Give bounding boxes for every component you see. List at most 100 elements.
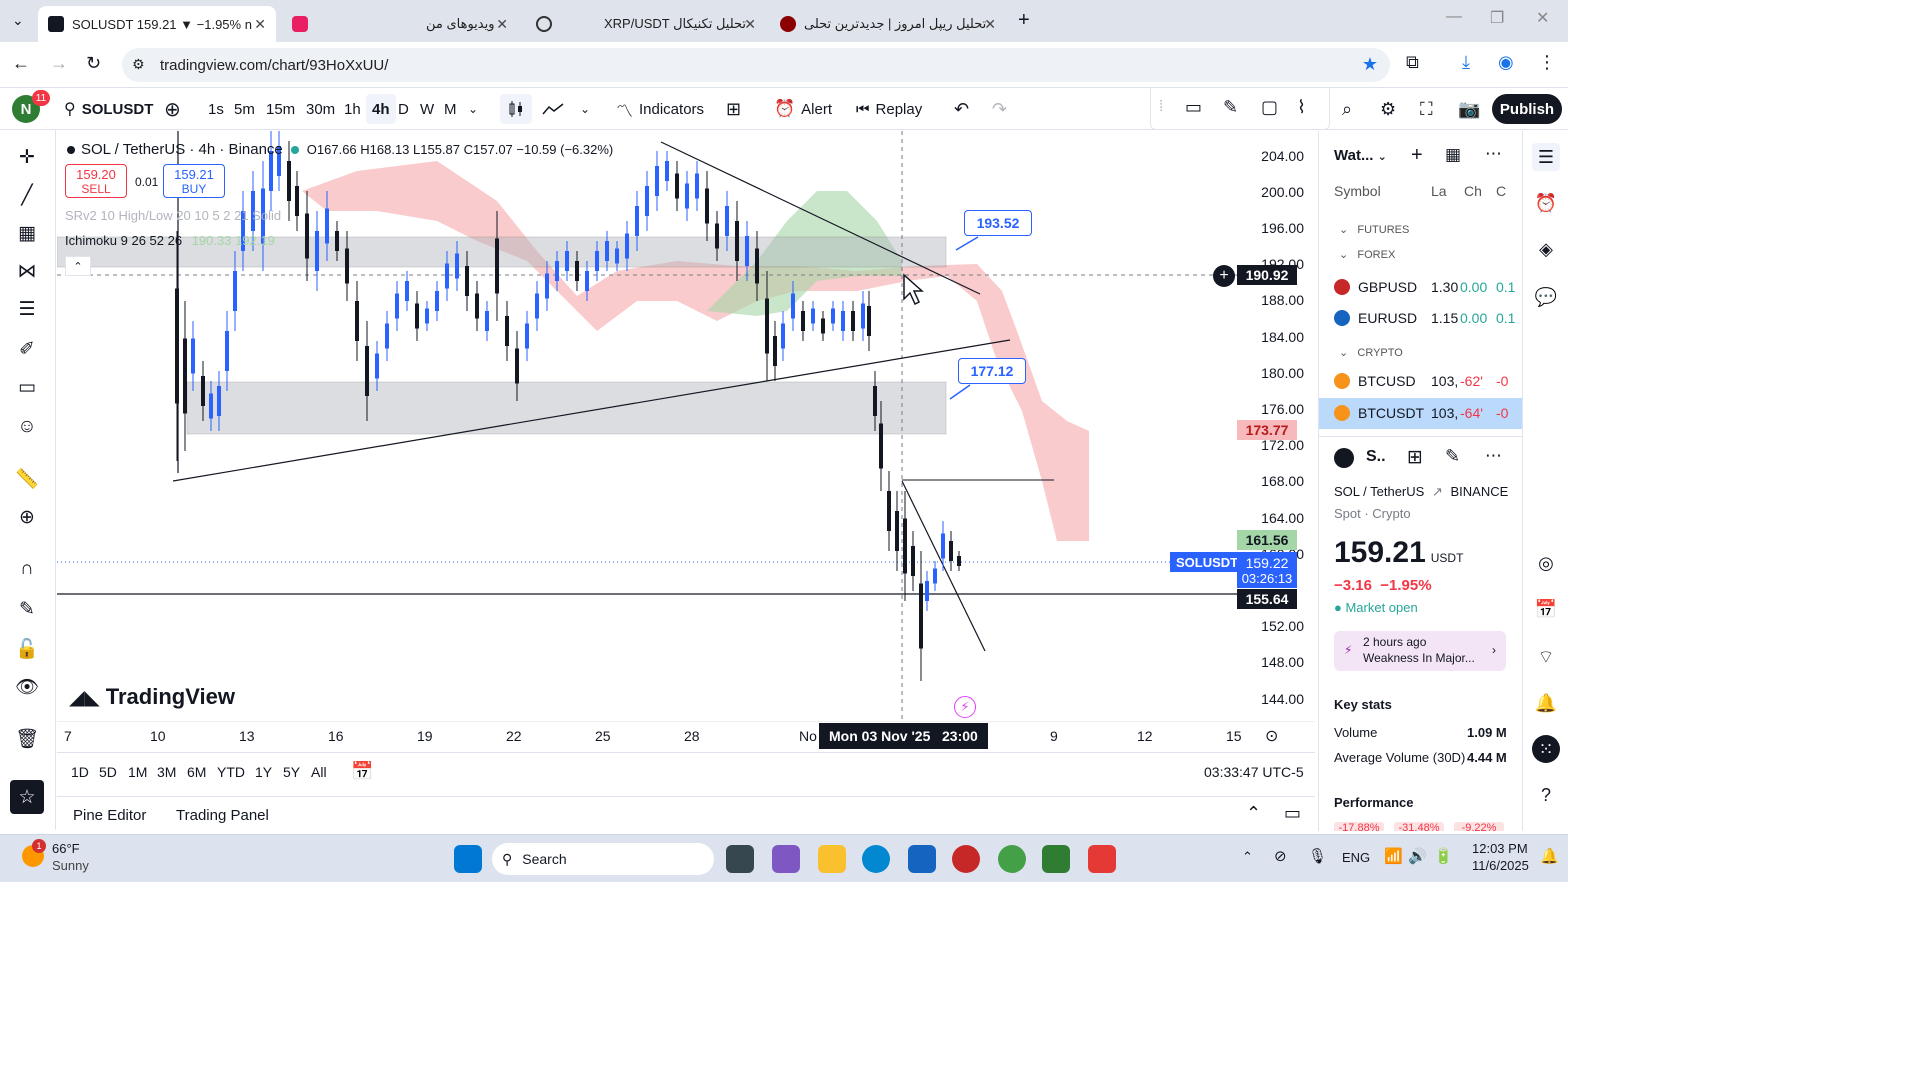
microphone-icon[interactable]: 🎙 xyxy=(1308,847,1327,865)
chart-type-dropdown-icon[interactable]: ⌄ xyxy=(580,88,590,130)
browser-tab-active[interactable]: SOLUSDT 159.21 ▼ −1.95% no ✕ xyxy=(38,6,276,42)
calendar-icon[interactable]: 📅 xyxy=(1532,595,1560,623)
interval-m[interactable]: M xyxy=(444,88,457,130)
clock-date[interactable]: 11/6/2025 xyxy=(1472,858,1529,873)
range-5d[interactable]: 5D xyxy=(99,764,117,780)
legend-title[interactable]: SOL / TetherUS · 4h · Binance xyxy=(81,141,283,158)
extensions-icon[interactable]: ⧉ xyxy=(1406,52,1419,73)
line-chart-icon[interactable] xyxy=(542,88,564,130)
edge-browser-icon[interactable] xyxy=(862,845,890,873)
trendline-tool-icon[interactable]: ╱ xyxy=(12,180,42,210)
watchlist-icon[interactable]: ☰ xyxy=(1532,143,1560,171)
price-axis[interactable]: 204.00 200.00 196.00 192.00 188.00 184.0… xyxy=(1237,131,1315,721)
indicator-ichimoku[interactable]: Ichimoku 9 26 52 26 190.33 192.19 xyxy=(65,233,275,248)
watchlist-row-selected[interactable]: BTCUSDT 103, -64' -0 xyxy=(1319,398,1522,429)
col-last[interactable]: La xyxy=(1431,183,1447,199)
compare-add-icon[interactable]: ⊕ xyxy=(164,88,181,130)
products-grid-icon[interactable]: ⁙ xyxy=(1532,735,1560,763)
tab-pine-editor[interactable]: Pine Editor xyxy=(73,807,146,824)
expand-panel-icon[interactable]: ⌃ xyxy=(1246,803,1261,824)
magnet-icon[interactable]: ∩ xyxy=(12,554,42,584)
buy-button[interactable]: 159.21 BUY xyxy=(163,164,225,198)
details-more-icon[interactable]: ⋯ xyxy=(1485,446,1502,466)
edit-icon[interactable]: ✎ xyxy=(1445,446,1460,467)
watchlist-row[interactable]: EURUSD 1.15 0.00 0.1 xyxy=(1319,304,1522,334)
replay-button[interactable]: ⏮ Replay xyxy=(856,88,922,130)
task-view-icon[interactable] xyxy=(726,845,754,873)
browser-menu-icon[interactable]: ⋮ xyxy=(1538,52,1556,73)
store-icon[interactable] xyxy=(908,845,936,873)
fullscreen-icon[interactable]: ⛶ xyxy=(1420,88,1433,130)
download-icon[interactable]: ⤓ xyxy=(1462,52,1470,73)
price-callout[interactable]: 177.12 xyxy=(958,358,1026,384)
language-indicator[interactable]: ENG xyxy=(1342,850,1370,865)
help-icon[interactable]: ? xyxy=(1532,781,1560,809)
alerts-clock-icon[interactable]: ⏰ xyxy=(1532,189,1560,217)
section-forex[interactable]: ⌄ FOREX xyxy=(1339,248,1395,261)
url-input[interactable]: ⚙ tradingview.com/chart/93HoXxUU/ ★ xyxy=(122,48,1390,82)
browser-tab[interactable]: XRP/USDT تحلیل تکنیکال ✕ xyxy=(526,6,766,42)
text-tool-icon[interactable]: ▭ xyxy=(12,372,42,402)
camtasia-red-icon[interactable] xyxy=(1088,845,1116,873)
restore-icon[interactable]: ❐ xyxy=(1490,8,1504,28)
lock-icon[interactable]: 🔓 xyxy=(12,634,42,664)
tab-trading-panel[interactable]: Trading Panel xyxy=(176,807,269,824)
rectangle-tool-icon[interactable]: ▢ xyxy=(1261,97,1278,118)
close-tab-icon[interactable]: ✕ xyxy=(984,16,996,33)
taskbar-search[interactable]: ⚲ Search xyxy=(492,843,714,875)
new-tab-icon[interactable]: + xyxy=(1018,9,1030,32)
price-callout[interactable]: 193.52 xyxy=(964,210,1032,236)
bookmark-star-icon[interactable]: ★ xyxy=(1362,54,1378,75)
collapse-legend-icon[interactable]: ⌃ xyxy=(65,256,91,276)
interval-dropdown-icon[interactable]: ⌄ xyxy=(468,88,478,130)
forecast-tool-icon[interactable]: ☰ xyxy=(12,294,42,324)
range-all[interactable]: All xyxy=(311,764,327,780)
close-tab-icon[interactable]: ✕ xyxy=(744,16,756,33)
drag-handle-icon[interactable]: ⁞ xyxy=(1159,98,1163,115)
range-1d[interactable]: 1D xyxy=(71,764,89,780)
interval-15m[interactable]: 15m xyxy=(266,88,295,130)
clock-time[interactable]: 12:03 PM xyxy=(1472,841,1528,856)
pattern-tool-icon[interactable]: ⌇ xyxy=(1297,97,1306,118)
maximize-panel-icon[interactable]: ▭ xyxy=(1284,803,1301,824)
snapshot-camera-icon[interactable]: 📷 xyxy=(1458,88,1480,130)
browser-tab[interactable]: ویدیوهای من ✕ xyxy=(282,6,518,42)
col-symbol[interactable]: Symbol xyxy=(1334,183,1381,199)
lightning-event-icon[interactable]: ⚡ xyxy=(954,696,976,718)
pattern-tool-icon[interactable]: ⋈ xyxy=(12,256,42,286)
range-6m[interactable]: 6M xyxy=(187,764,206,780)
close-tab-icon[interactable]: ✕ xyxy=(496,16,508,33)
close-window-icon[interactable]: ✕ xyxy=(1536,8,1549,28)
col-change-percent[interactable]: C xyxy=(1496,183,1506,199)
layouts-grid-icon[interactable]: ⊞ xyxy=(726,88,741,130)
tab-list-chevron-icon[interactable]: ⌄ xyxy=(12,12,24,29)
windows-start-icon[interactable] xyxy=(454,845,482,873)
range-5y[interactable]: 5Y xyxy=(283,764,300,780)
watchlist-row[interactable]: BTCUSD 103, -62' -0 xyxy=(1319,367,1522,397)
range-1y[interactable]: 1Y xyxy=(255,764,272,780)
screener-icon[interactable]: ◎ xyxy=(1532,549,1560,577)
chat-icon[interactable]: 💬 xyxy=(1532,283,1560,311)
interval-30m[interactable]: 30m xyxy=(306,88,335,130)
close-tab-icon[interactable]: ✕ xyxy=(254,16,266,33)
emoji-tool-icon[interactable]: ☺ xyxy=(12,412,42,442)
undo-icon[interactable]: ↶ xyxy=(954,88,969,130)
range-1m[interactable]: 1M xyxy=(128,764,147,780)
volume-icon[interactable]: 🔊 xyxy=(1408,847,1427,865)
broadcast-icon[interactable]: ⌔ xyxy=(1532,643,1560,671)
wifi-icon[interactable]: 📶 xyxy=(1384,847,1403,865)
object-tree-icon[interactable]: ◈ xyxy=(1532,235,1560,263)
trash-icon[interactable]: 🗑 xyxy=(12,724,42,754)
callout-tool-icon[interactable]: ▭ xyxy=(1185,97,1202,118)
reload-icon[interactable]: ↻ xyxy=(86,53,101,74)
chart-pane[interactable]: SOL / TetherUS · 4h · Binance O167.66 H1… xyxy=(57,131,1237,721)
stay-drawing-icon[interactable]: ✎ xyxy=(12,594,42,624)
network-off-icon[interactable]: ⊘ xyxy=(1274,847,1287,865)
profile-icon[interactable]: ◉ xyxy=(1498,52,1514,73)
symbol-search-button[interactable]: ⚲ SOLUSDT xyxy=(64,88,153,130)
ruler-tool-icon[interactable]: 📏 xyxy=(12,464,42,494)
details-symbol[interactable]: S.. xyxy=(1366,448,1386,466)
site-info-icon[interactable]: ⚙ xyxy=(132,56,145,73)
col-change[interactable]: Ch xyxy=(1464,183,1482,199)
app-p-icon[interactable] xyxy=(952,845,980,873)
